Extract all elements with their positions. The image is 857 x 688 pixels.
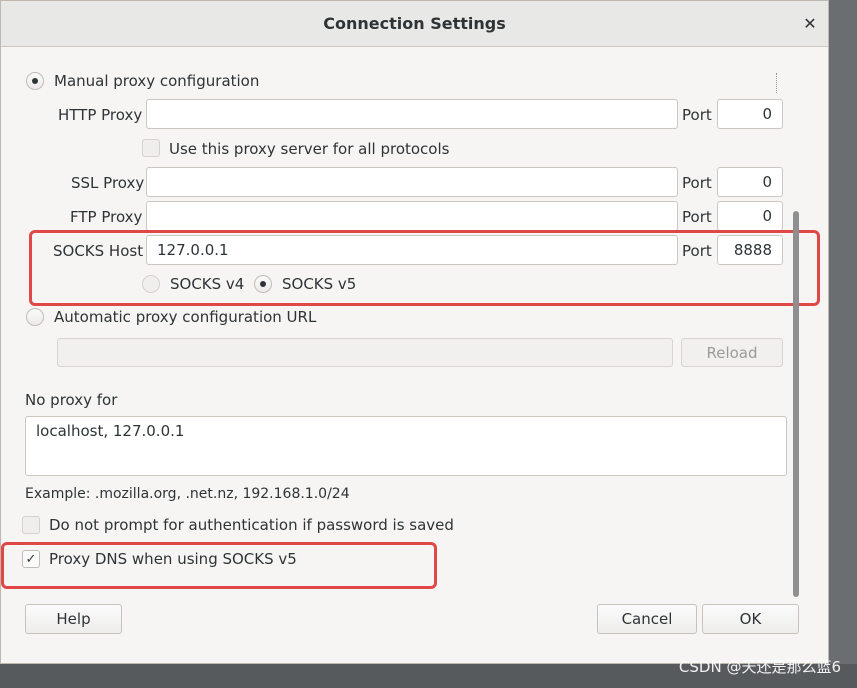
no-proxy-example: Example: .mozilla.org, .net.nz, 192.168.… <box>25 486 350 502</box>
socks-highlight-box <box>29 230 820 306</box>
close-icon[interactable]: ✕ <box>800 13 820 33</box>
http-proxy-input[interactable] <box>146 99 678 129</box>
manual-proxy-label: Manual proxy configuration <box>54 72 260 90</box>
proxy-dns-highlight-box <box>1 542 437 589</box>
http-port-label: Port <box>682 106 712 124</box>
help-button[interactable]: Help <box>25 604 122 634</box>
use-for-all-label: Use this proxy server for all protocols <box>169 140 450 158</box>
no-proxy-textarea[interactable]: localhost, 127.0.0.1 <box>25 416 787 476</box>
auto-proxy-label: Automatic proxy configuration URL <box>54 308 317 326</box>
no-proxy-label: No proxy for <box>25 391 118 409</box>
ftp-port-label: Port <box>682 208 712 226</box>
reload-button[interactable]: Reload <box>681 338 783 367</box>
cancel-button[interactable]: Cancel <box>597 604 697 634</box>
http-proxy-label: HTTP Proxy <box>58 106 143 124</box>
ssl-proxy-input[interactable] <box>146 167 678 197</box>
ssl-proxy-label: SSL Proxy <box>71 174 145 192</box>
http-port-input[interactable]: 0 <box>717 99 783 129</box>
connection-settings-dialog: Connection Settings ✕ Manual proxy confi… <box>0 0 829 664</box>
use-for-all-checkbox[interactable] <box>142 139 160 157</box>
ssl-port-label: Port <box>682 174 712 192</box>
scrollbar-thumb[interactable] <box>793 211 799 597</box>
manual-proxy-radio[interactable] <box>26 72 44 90</box>
auto-proxy-url-input[interactable] <box>57 338 673 367</box>
dialog-title: Connection Settings <box>323 14 506 33</box>
no-auth-prompt-label: Do not prompt for authentication if pass… <box>49 516 454 534</box>
watermark: CSDN @天还是那么蓝6 <box>678 658 841 676</box>
no-auth-prompt-checkbox[interactable] <box>22 516 40 534</box>
ok-button[interactable]: OK <box>702 604 799 634</box>
auto-proxy-radio[interactable] <box>26 308 44 326</box>
ftp-port-input[interactable]: 0 <box>717 201 783 231</box>
ftp-proxy-input[interactable] <box>146 201 678 231</box>
title-bar: Connection Settings ✕ <box>1 1 828 47</box>
ftp-proxy-label: FTP Proxy <box>70 208 143 226</box>
section-divider <box>776 73 777 93</box>
ssl-port-input[interactable]: 0 <box>717 167 783 197</box>
